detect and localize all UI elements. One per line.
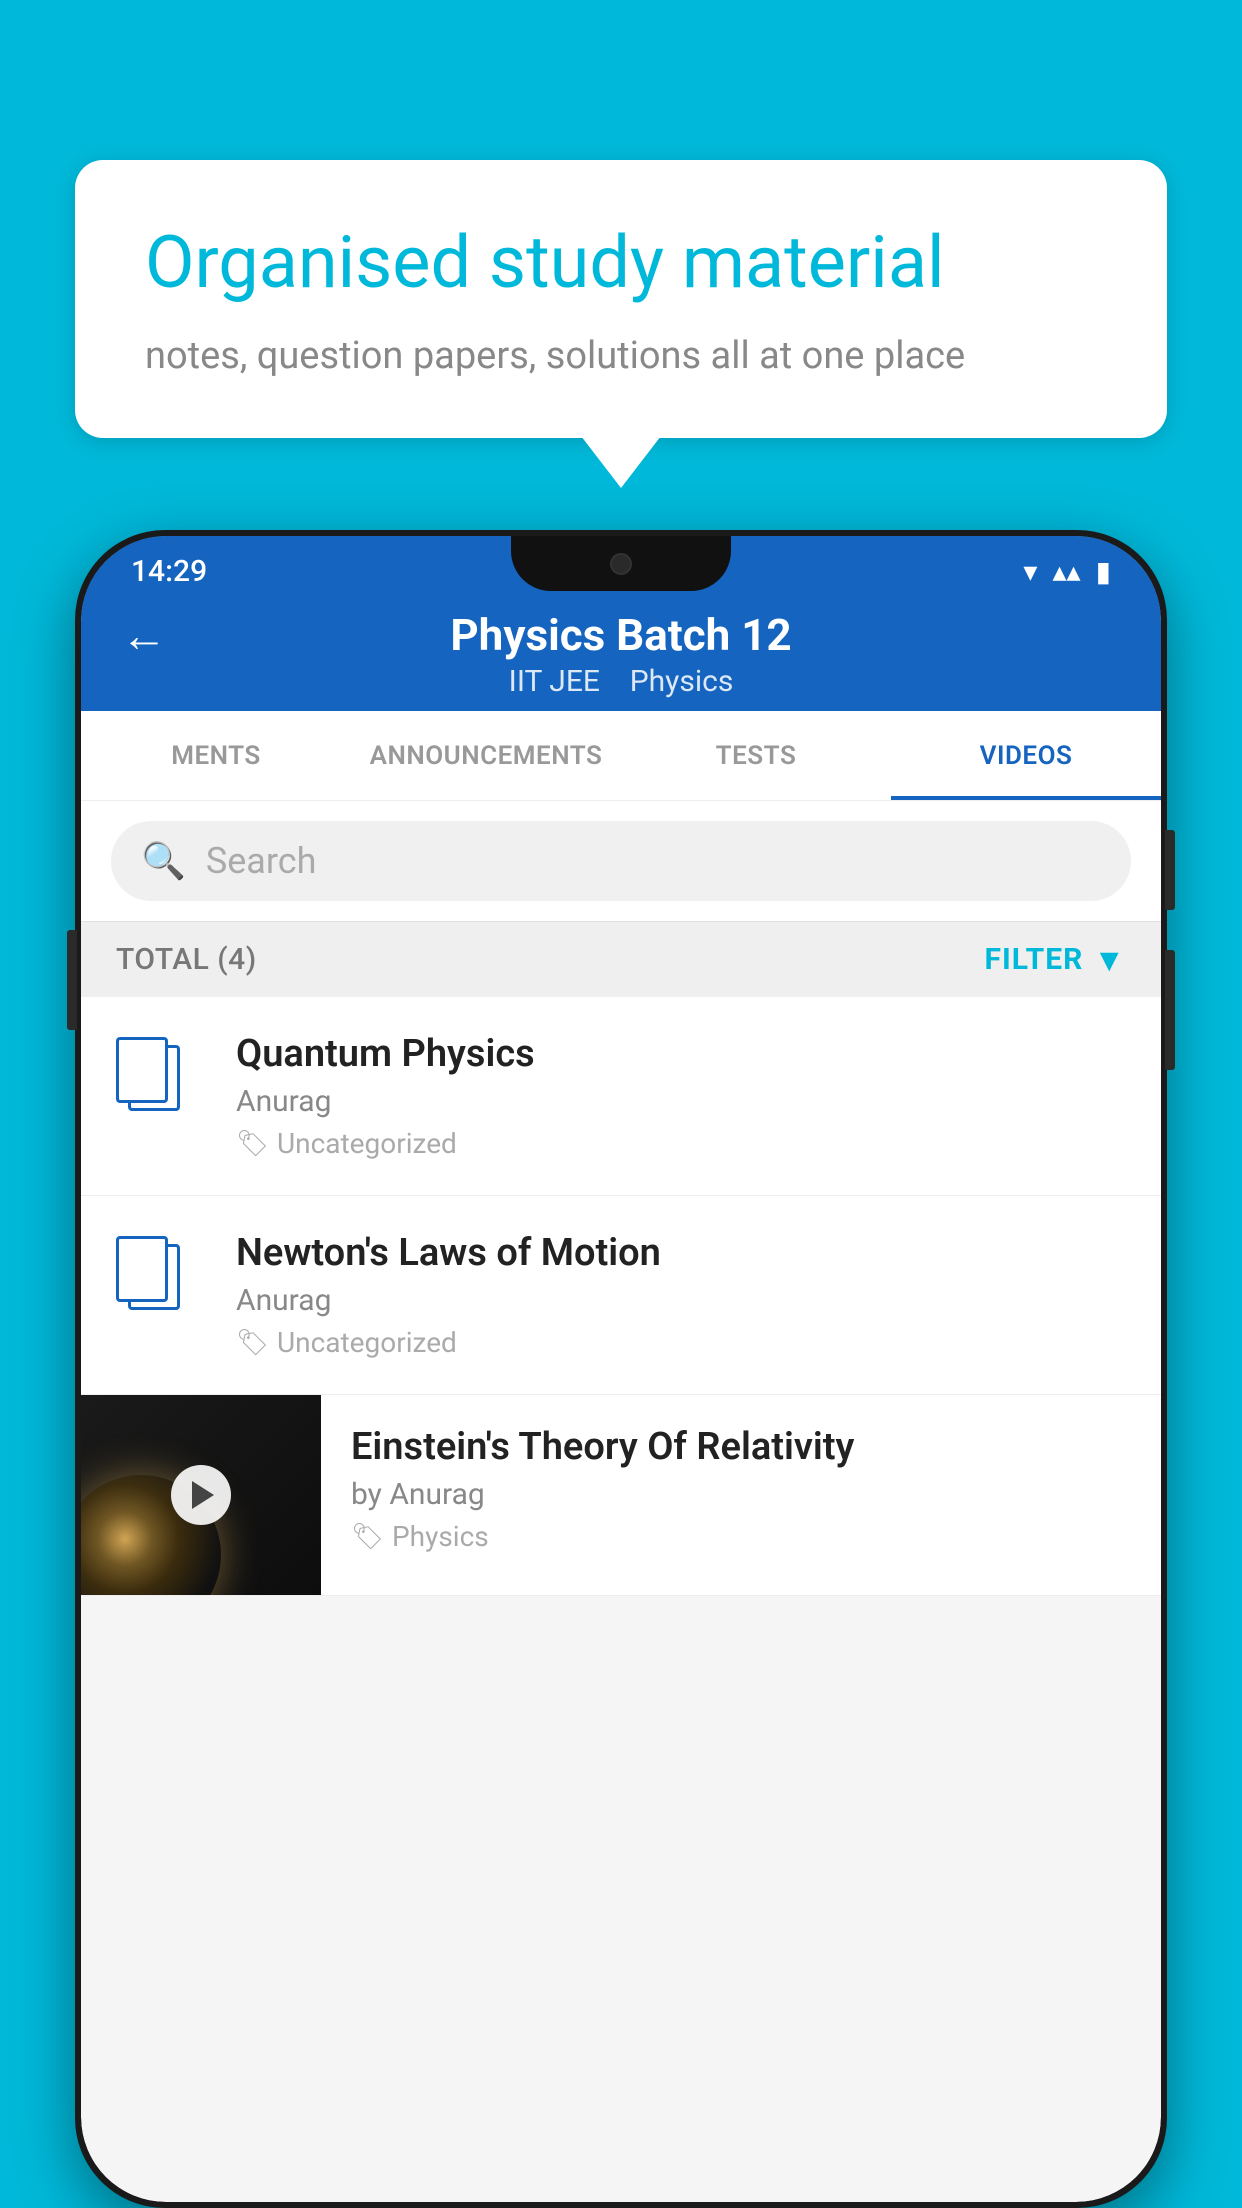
video-tag: 🏷 Physics bbox=[351, 1520, 1131, 1553]
power-button-top bbox=[1165, 830, 1175, 910]
bubble-subtitle: notes, question papers, solutions all at… bbox=[145, 334, 1097, 378]
phone-device: 14:29 ▾ ▴▴ ▮ ← Physics Batch 12 IIT JEE bbox=[75, 530, 1167, 2208]
tag-label: Uncategorized bbox=[277, 1326, 457, 1359]
tag-icon: 🏷 bbox=[236, 1328, 269, 1358]
video-author: Anurag bbox=[236, 1084, 1126, 1119]
list-item[interactable]: Einstein's Theory Of Relativity by Anura… bbox=[81, 1395, 1161, 1596]
tab-ments[interactable]: MENTS bbox=[81, 711, 351, 800]
tab-bar: MENTS ANNOUNCEMENTS TESTS VIDEOS bbox=[81, 711, 1161, 801]
docs-icon bbox=[116, 1037, 186, 1117]
phone-wrapper: 14:29 ▾ ▴▴ ▮ ← Physics Batch 12 IIT JEE bbox=[75, 530, 1167, 2208]
front-camera bbox=[610, 553, 632, 575]
tag-label: Physics bbox=[392, 1520, 489, 1553]
video-thumbnail bbox=[81, 1395, 321, 1595]
filter-button[interactable]: FILTER ▼ bbox=[985, 941, 1127, 979]
video-author: by Anurag bbox=[351, 1477, 1131, 1512]
back-button[interactable]: ← bbox=[121, 608, 167, 663]
video-item-content: Einstein's Theory Of Relativity by Anura… bbox=[321, 1395, 1161, 1583]
docs-icon bbox=[116, 1236, 186, 1316]
video-title: Einstein's Theory Of Relativity bbox=[351, 1425, 1131, 1469]
app-screen: 14:29 ▾ ▴▴ ▮ ← Physics Batch 12 IIT JEE bbox=[81, 536, 1161, 2202]
phone-screen: 14:29 ▾ ▴▴ ▮ ← Physics Batch 12 IIT JEE bbox=[81, 536, 1161, 2202]
play-icon bbox=[192, 1481, 214, 1509]
status-time: 14:29 bbox=[131, 554, 207, 589]
doc-front bbox=[116, 1037, 168, 1103]
video-tag: 🏷 Uncategorized bbox=[236, 1326, 1126, 1359]
total-count: TOTAL (4) bbox=[116, 942, 257, 977]
video-title: Quantum Physics bbox=[236, 1032, 1126, 1076]
tab-announcements[interactable]: ANNOUNCEMENTS bbox=[351, 711, 621, 800]
power-button-bottom bbox=[1165, 950, 1175, 1070]
doc-front bbox=[116, 1236, 168, 1302]
wifi-icon: ▾ bbox=[1023, 555, 1037, 588]
video-title: Newton's Laws of Motion bbox=[236, 1231, 1126, 1275]
status-icons: ▾ ▴▴ ▮ bbox=[1023, 555, 1111, 588]
subtitle-iitjee: IIT JEE bbox=[509, 664, 600, 699]
search-bar[interactable]: 🔍 Search bbox=[111, 821, 1131, 901]
signal-icon: ▴▴ bbox=[1052, 555, 1080, 588]
video-item-icon bbox=[116, 1236, 206, 1316]
tab-videos[interactable]: VIDEOS bbox=[891, 711, 1161, 800]
battery-icon: ▮ bbox=[1096, 555, 1111, 588]
search-placeholder: Search bbox=[206, 840, 317, 882]
bubble-title: Organised study material bbox=[145, 220, 1097, 306]
list-item[interactable]: Newton's Laws of Motion Anurag 🏷 Uncateg… bbox=[81, 1196, 1161, 1395]
phone-notch bbox=[511, 536, 731, 591]
speech-bubble: Organised study material notes, question… bbox=[75, 160, 1167, 438]
video-item-content: Quantum Physics Anurag 🏷 Uncategorized bbox=[236, 1032, 1126, 1160]
video-item-icon bbox=[116, 1037, 206, 1117]
search-icon: 🔍 bbox=[141, 840, 186, 882]
subtitle-physics: Physics bbox=[630, 664, 734, 699]
list-item[interactable]: Quantum Physics Anurag 🏷 Uncategorized bbox=[81, 997, 1161, 1196]
video-item-content: Newton's Laws of Motion Anurag 🏷 Uncateg… bbox=[236, 1231, 1126, 1359]
filter-label: FILTER bbox=[985, 942, 1084, 977]
video-list: Quantum Physics Anurag 🏷 Uncategorized bbox=[81, 997, 1161, 1596]
tag-label: Uncategorized bbox=[277, 1127, 457, 1160]
screen-title: Physics Batch 12 bbox=[450, 609, 791, 661]
tab-tests[interactable]: TESTS bbox=[621, 711, 891, 800]
video-tag: 🏷 Uncategorized bbox=[236, 1127, 1126, 1160]
tag-icon: 🏷 bbox=[351, 1522, 384, 1552]
play-button[interactable] bbox=[171, 1465, 231, 1525]
search-container: 🔍 Search bbox=[81, 801, 1161, 922]
screen-subtitle: IIT JEE Physics bbox=[81, 664, 1161, 711]
filter-bar: TOTAL (4) FILTER ▼ bbox=[81, 922, 1161, 997]
video-author: Anurag bbox=[236, 1283, 1126, 1318]
filter-icon: ▼ bbox=[1093, 941, 1126, 979]
tag-icon: 🏷 bbox=[236, 1129, 269, 1159]
volume-button bbox=[67, 930, 77, 1030]
app-bar-row: ← Physics Batch 12 bbox=[81, 606, 1161, 664]
